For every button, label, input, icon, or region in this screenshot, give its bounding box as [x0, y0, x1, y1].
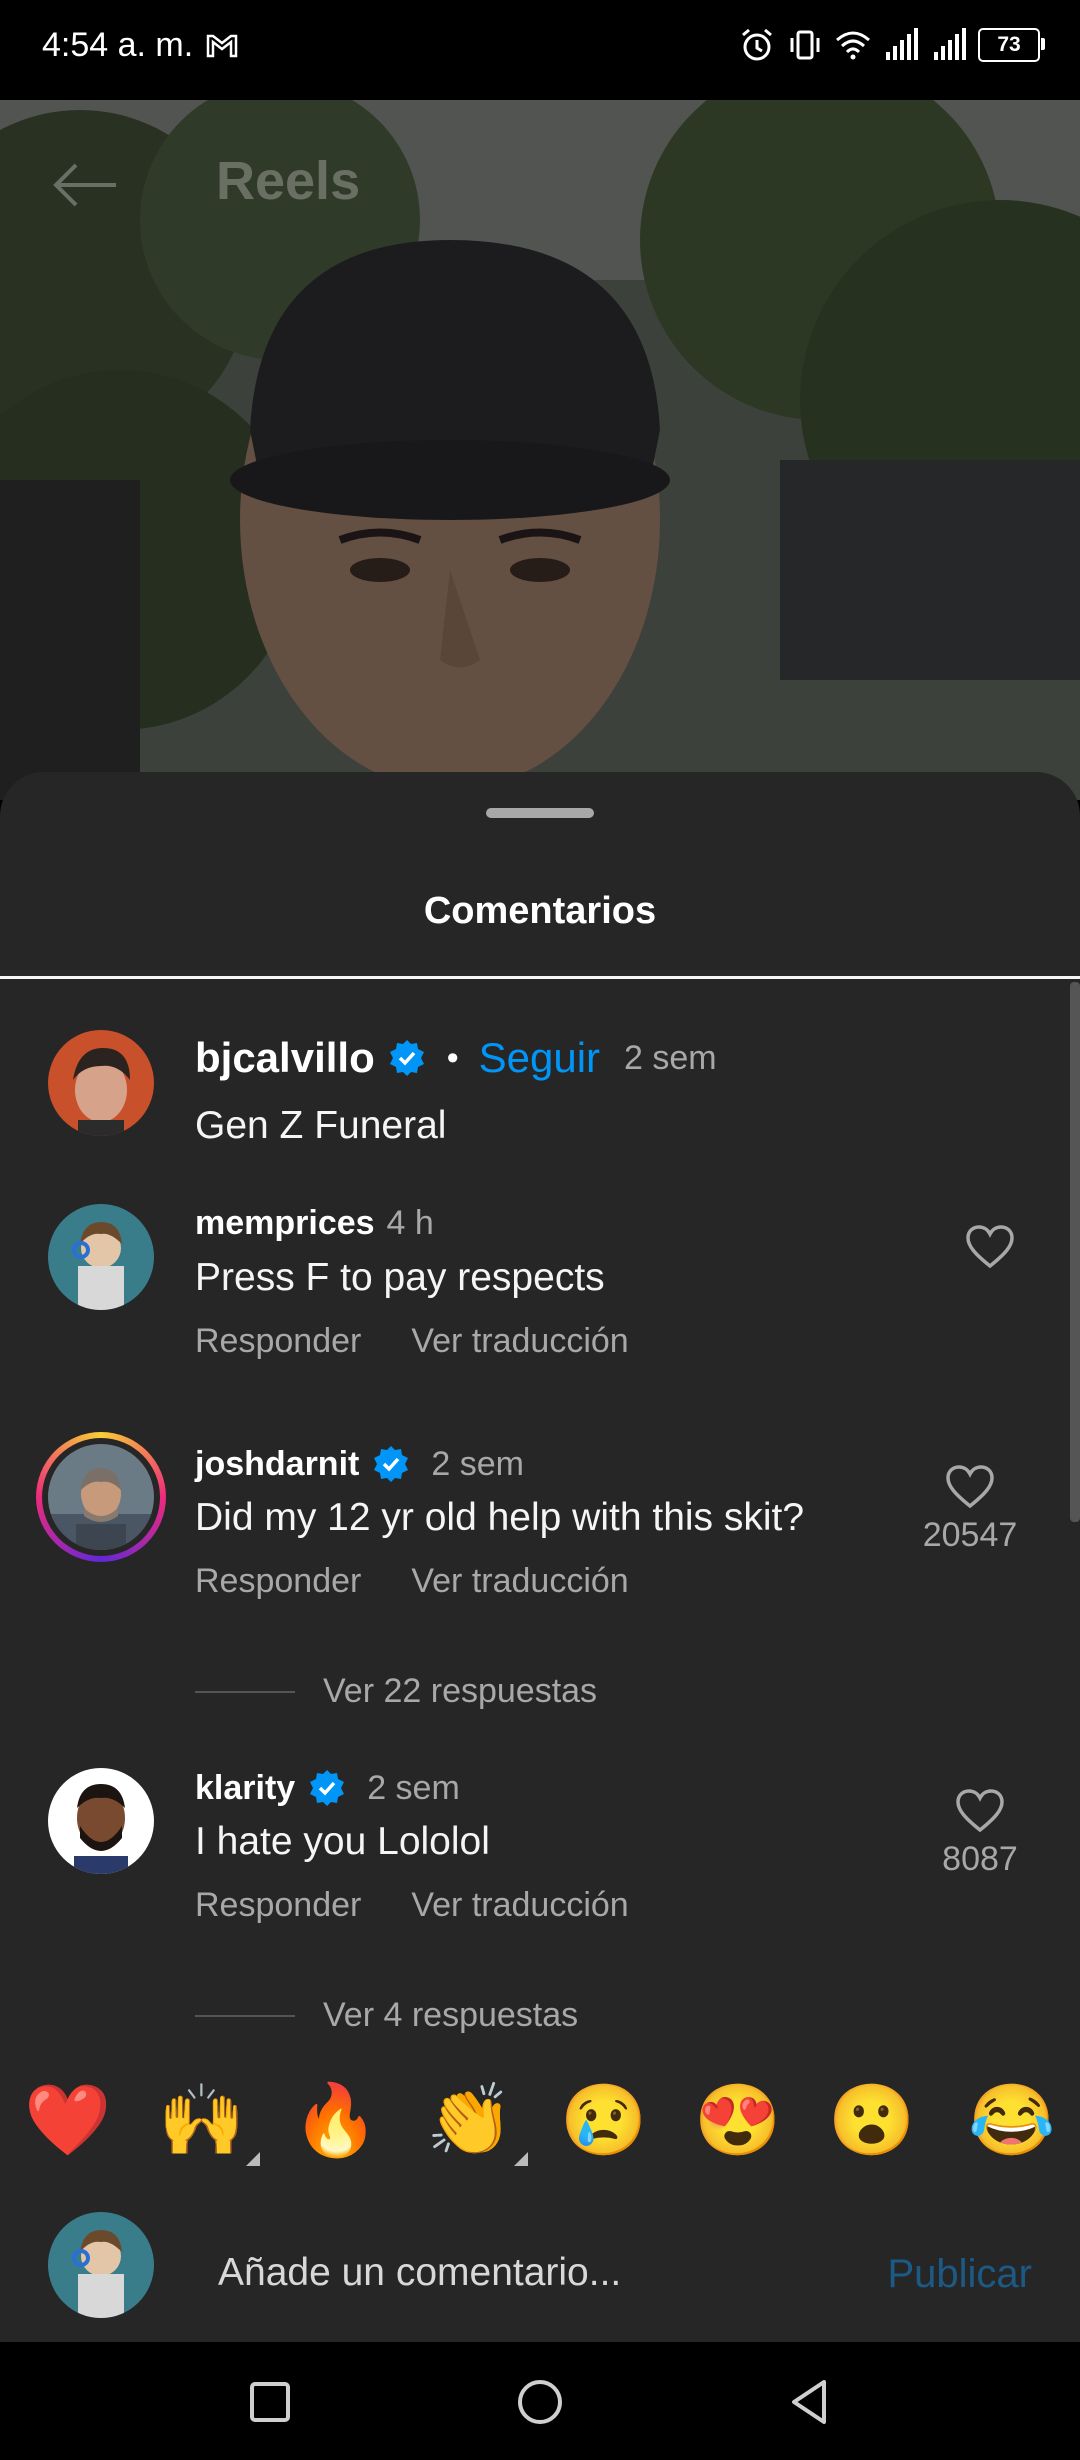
alarm-icon — [742, 28, 772, 61]
divider — [0, 976, 1080, 979]
emoji-laughing[interactable]: 😂 — [962, 2070, 1062, 2170]
wifi-icon — [836, 31, 870, 60]
reel-video[interactable] — [0, 100, 1080, 800]
system-nav-bar — [0, 2342, 1080, 2460]
timestamp: 2 sem — [367, 1768, 460, 1807]
signal-icon — [934, 28, 966, 60]
reply-button[interactable]: Responder — [195, 1886, 361, 1925]
home-icon[interactable] — [510, 2372, 570, 2432]
video-overlay — [0, 100, 1080, 800]
like-count: 20547 — [922, 1516, 1018, 1554]
comment-text: Press F to pay respects — [195, 1256, 605, 1299]
skin-tone-indicator — [246, 2152, 260, 2166]
signal-icon — [886, 28, 918, 60]
status-bar: 4:54 a. m. 73 — [0, 0, 1080, 100]
emoji-heart[interactable]: ❤️ — [18, 2070, 118, 2170]
heart-icon — [966, 1225, 1014, 1269]
view-replies-button[interactable]: Ver 22 respuestas — [195, 1672, 597, 1711]
verified-badge-icon — [310, 1770, 345, 1806]
username[interactable]: memprices — [195, 1204, 375, 1243]
recents-icon[interactable] — [240, 2372, 300, 2432]
username[interactable]: bjcalvillo — [195, 1034, 375, 1082]
comment-text: I hate you Lololol — [195, 1820, 490, 1863]
replies-line — [195, 1690, 295, 1693]
publish-button[interactable]: Publicar — [887, 2252, 1032, 2297]
timestamp: 2 sem — [624, 1038, 717, 1077]
back-icon[interactable] — [780, 2372, 840, 2432]
comment-input[interactable] — [216, 2242, 840, 2304]
battery-indicator: 73 — [978, 28, 1045, 62]
see-translation-button[interactable]: Ver traducción — [411, 1886, 628, 1925]
avatar[interactable] — [48, 1030, 154, 1136]
back-arrow-icon[interactable] — [50, 160, 120, 210]
emoji-clapping[interactable]: 👏 — [420, 2070, 528, 2170]
drag-handle[interactable] — [486, 808, 594, 818]
page-title: Reels — [216, 151, 361, 211]
avatar[interactable] — [48, 1444, 154, 1550]
emoji-surprised[interactable]: 😮 — [822, 2070, 922, 2170]
follow-button[interactable]: Seguir — [479, 1034, 600, 1082]
avatar[interactable] — [48, 1204, 154, 1310]
caption-text: Gen Z Funeral — [195, 1104, 447, 1147]
skin-tone-indicator — [514, 2152, 528, 2166]
separator-dot: • — [446, 1038, 459, 1077]
sheet-title: Comentarios — [423, 890, 657, 932]
emoji-fire[interactable]: 🔥 — [286, 2070, 386, 2170]
status-time: 4:54 a. m. — [42, 26, 194, 64]
comment-text: Did my 12 yr old help with this skit? — [195, 1496, 805, 1539]
view-replies-button[interactable]: Ver 4 respuestas — [195, 1996, 578, 2035]
emoji-reaction-bar: ❤️ 🙌 🔥 👏 😢 😍 😮 😂 — [0, 2070, 1080, 2170]
comment-composer: Publicar — [0, 2200, 1080, 2340]
like-count: 8087 — [942, 1840, 1018, 1878]
timestamp: 2 sem — [431, 1444, 524, 1483]
scrollbar[interactable] — [1070, 982, 1080, 1522]
verified-badge-icon — [389, 1040, 424, 1076]
emoji-heart-eyes[interactable]: 😍 — [688, 2070, 788, 2170]
username[interactable]: klarity — [195, 1769, 295, 1808]
like-button[interactable]: 20547 — [915, 1464, 1025, 1555]
see-translation-button[interactable]: Ver traducción — [411, 1322, 628, 1361]
emoji-raised-hands[interactable]: 🙌 — [152, 2070, 260, 2170]
heart-icon — [946, 1465, 994, 1509]
replies-line — [195, 2014, 295, 2017]
vibrate-icon — [790, 30, 820, 60]
like-button[interactable]: 8087 — [925, 1788, 1035, 1879]
reply-button[interactable]: Responder — [195, 1322, 361, 1361]
username[interactable]: joshdarnit — [195, 1445, 359, 1484]
view-replies-label: Ver 22 respuestas — [323, 1672, 598, 1710]
avatar[interactable] — [48, 1768, 154, 1874]
see-translation-button[interactable]: Ver traducción — [411, 1562, 628, 1601]
verified-badge-icon — [374, 1446, 409, 1482]
heart-icon — [956, 1789, 1004, 1833]
gmail-icon — [206, 34, 238, 58]
timestamp: 4 h — [386, 1204, 434, 1242]
reply-button[interactable]: Responder — [195, 1562, 361, 1601]
emoji-crying[interactable]: 😢 — [554, 2070, 654, 2170]
avatar — [48, 2212, 154, 2318]
view-replies-label: Ver 4 respuestas — [323, 1996, 579, 2034]
story-ring[interactable] — [36, 1432, 166, 1562]
like-button[interactable] — [935, 1224, 1045, 1270]
